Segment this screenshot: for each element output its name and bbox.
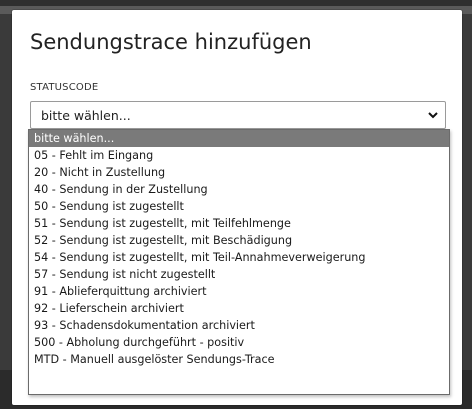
- dropdown-option[interactable]: 20 - Nicht in Zustellung: [29, 164, 449, 181]
- status-code-dropdown-list: bitte wählen... 05 - Fehlt im Eingang 20…: [28, 129, 450, 395]
- status-code-select[interactable]: bitte wählen...: [30, 101, 446, 129]
- dropdown-option[interactable]: 05 - Fehlt im Eingang: [29, 147, 449, 164]
- dropdown-option[interactable]: 91 - Ablieferquittung archiviert: [29, 283, 449, 300]
- dropdown-option[interactable]: 51 - Sendung ist zugestellt, mit Teilfeh…: [29, 215, 449, 232]
- status-code-select-value: bitte wählen...: [41, 108, 131, 123]
- dropdown-option[interactable]: 92 - Lieferschein archiviert: [29, 300, 449, 317]
- dropdown-option[interactable]: 40 - Sendung in der Zustellung: [29, 181, 449, 198]
- dropdown-option[interactable]: 500 - Abholung durchgeführt - positiv: [29, 334, 449, 351]
- dropdown-option-selected[interactable]: bitte wählen...: [29, 130, 449, 147]
- dropdown-option[interactable]: MTD - Manuell ausgelöster Sendungs-Trace: [29, 351, 449, 368]
- dropdown-option[interactable]: 93 - Schadensdokumentation archiviert: [29, 317, 449, 334]
- page-backdrop-strip: [0, 0, 472, 6]
- dropdown-option[interactable]: 52 - Sendung ist zugestellt, mit Beschäd…: [29, 232, 449, 249]
- dropdown-option[interactable]: 54 - Sendung ist zugestellt, mit Teil-An…: [29, 249, 449, 266]
- chevron-down-icon: [428, 112, 438, 119]
- status-code-label: STATUSCODE: [30, 82, 99, 93]
- dropdown-option[interactable]: 50 - Sendung ist zugestellt: [29, 198, 449, 215]
- dropdown-option[interactable]: 57 - Sendung ist nicht zugestellt: [29, 266, 449, 283]
- modal-title: Sendungstrace hinzufügen: [30, 30, 312, 54]
